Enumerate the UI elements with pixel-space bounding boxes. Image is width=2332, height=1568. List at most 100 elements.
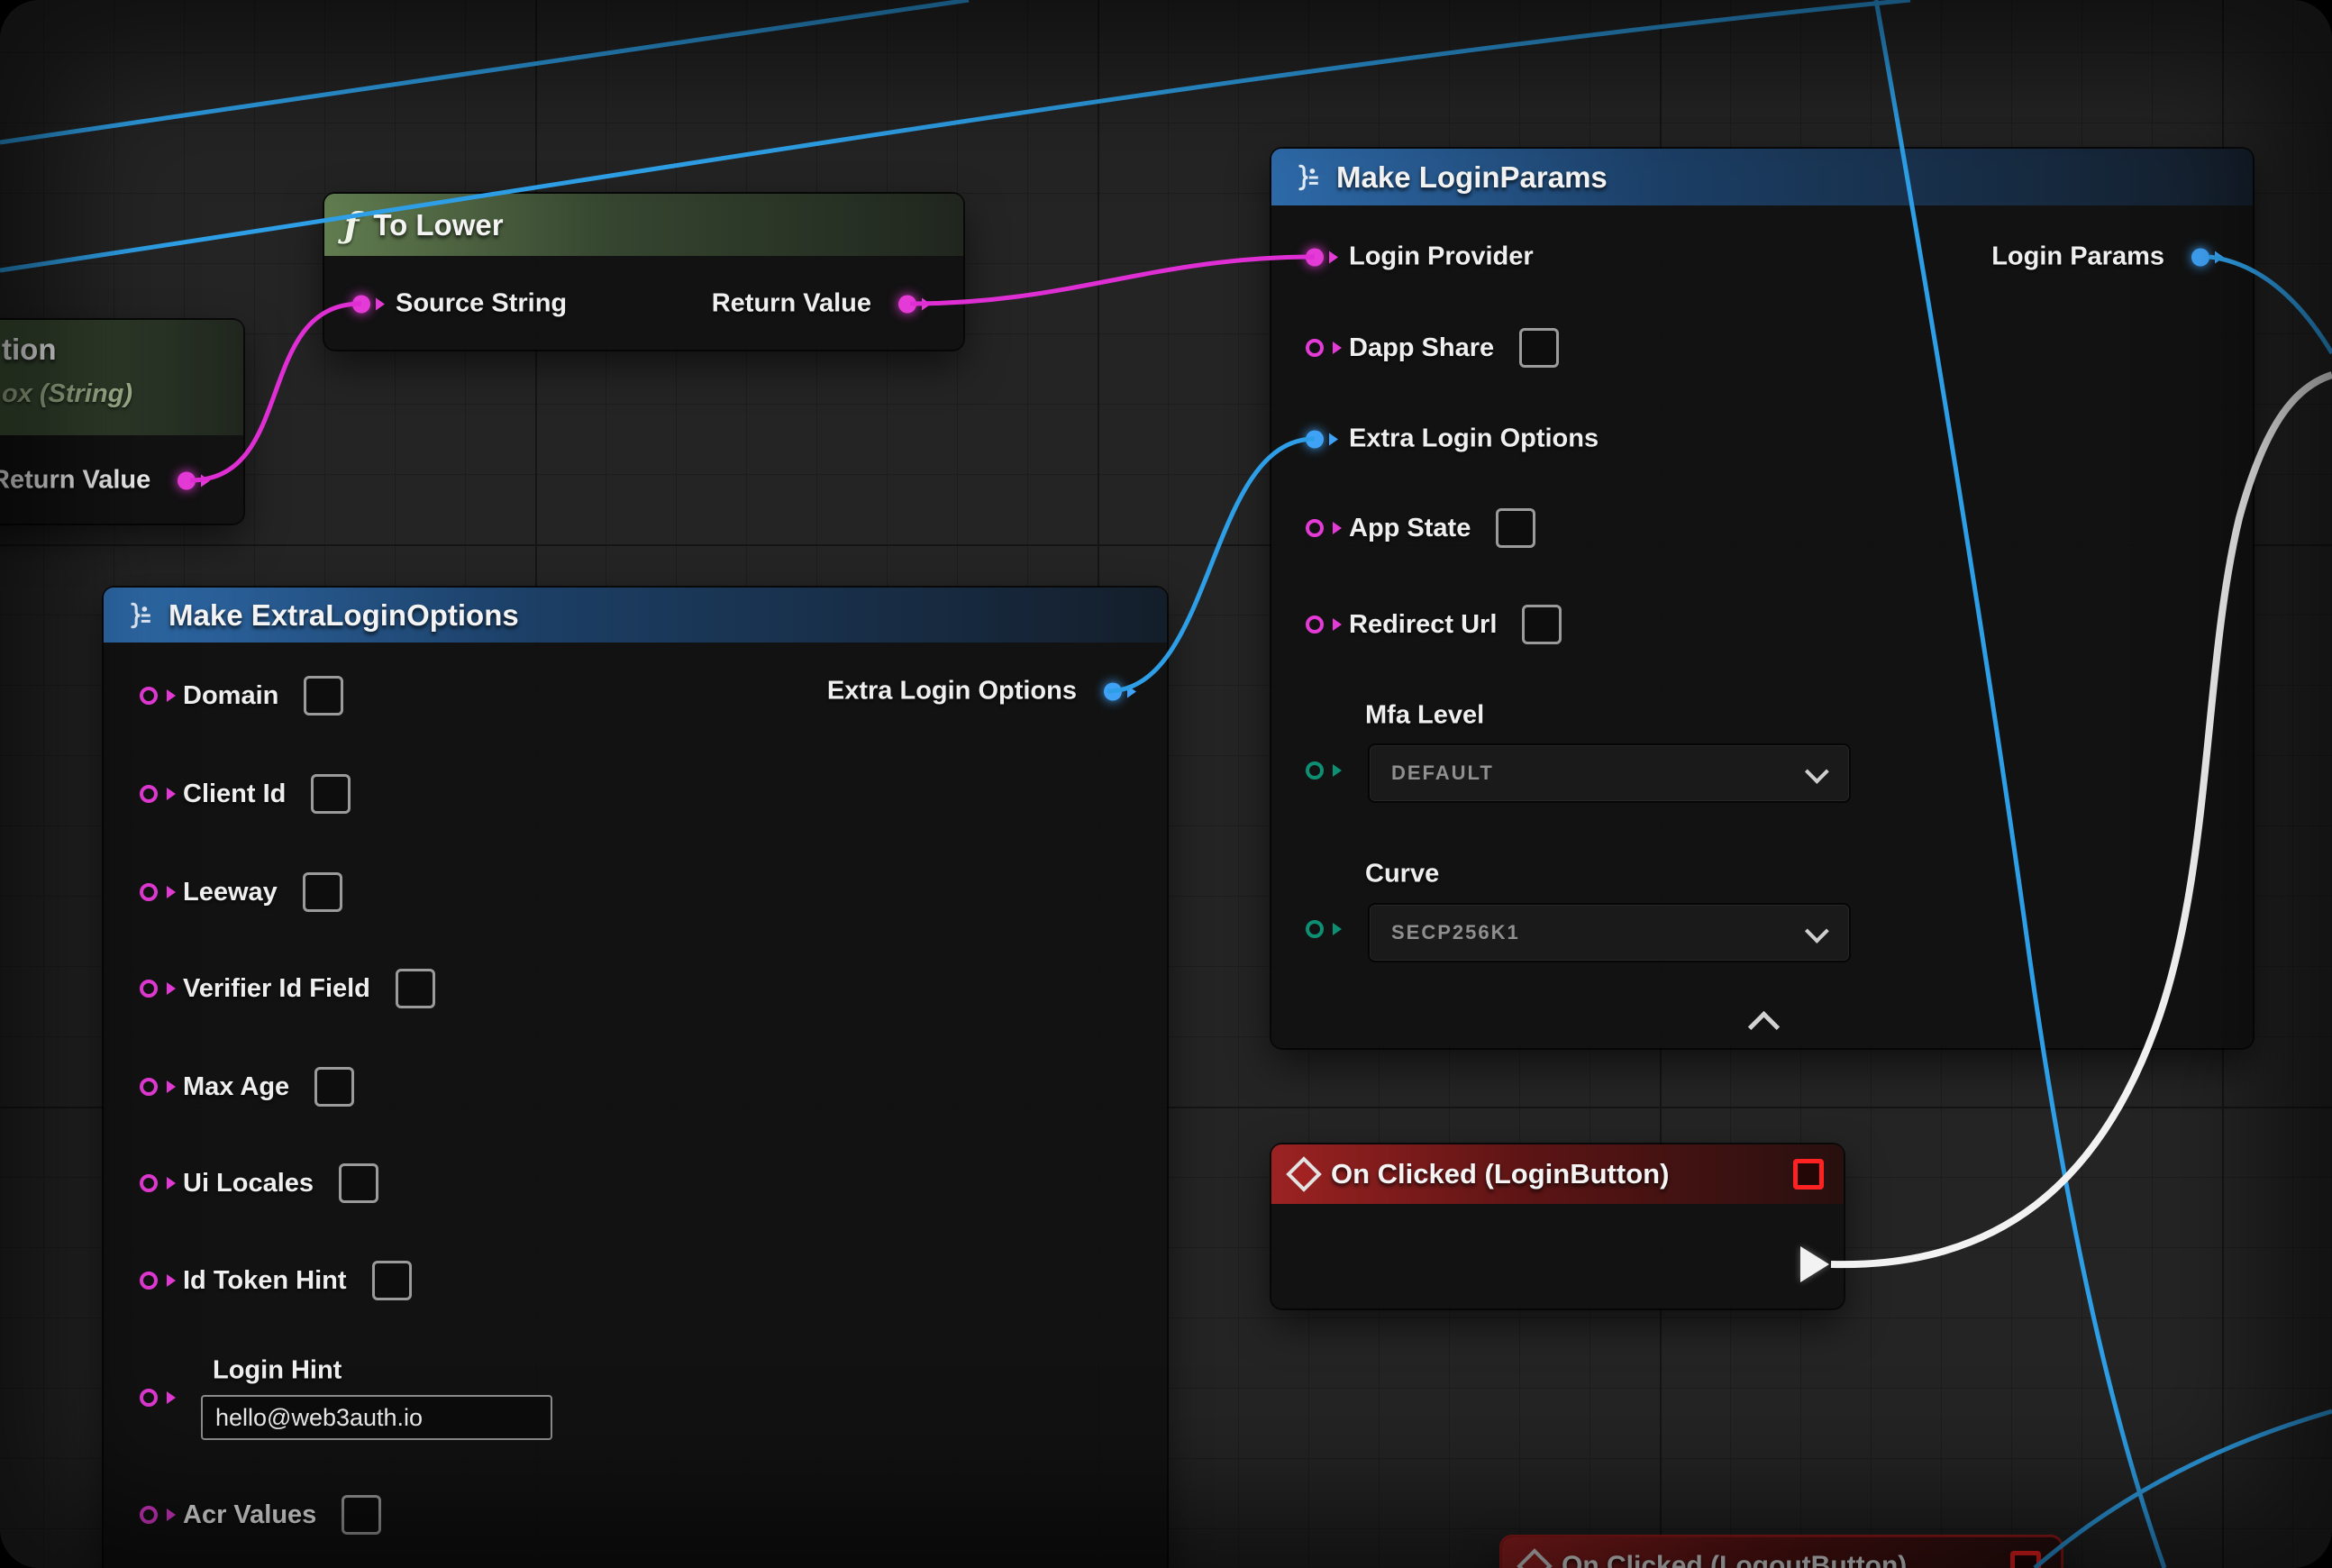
redirect-url-checkbox[interactable] (1522, 605, 1562, 644)
source-string-row: Source String (352, 289, 567, 319)
function-icon: ƒ (344, 208, 359, 242)
extra-login-options-out-pin[interactable] (1104, 682, 1122, 700)
node-to-lower[interactable]: ƒ To Lower Source String Return Value (324, 194, 963, 350)
acr-values-checkbox[interactable] (342, 1495, 381, 1535)
partial-return-value-row: Return Value (0, 466, 196, 496)
make-struct-icon (1291, 162, 1322, 193)
node-partial-function-header[interactable]: tion ox (String) (0, 320, 243, 435)
verifier-id-field-row: Verifier Id Field (140, 969, 435, 1008)
app-state-label: App State (1349, 514, 1471, 543)
ui-locales-row: Ui Locales (140, 1163, 378, 1203)
login-hint-pin[interactable] (140, 1389, 158, 1407)
node-make-extra-login-options[interactable]: Make ExtraLoginOptions Extra Login Optio… (104, 588, 1167, 1568)
login-params-out-row: Login Params (1991, 242, 2209, 272)
node-to-lower-header[interactable]: ƒ To Lower (324, 194, 963, 256)
extra-login-options-out-row: Extra Login Options (827, 677, 1122, 707)
extra-login-options-in-label: Extra Login Options (1349, 424, 1599, 454)
ui-locales-label: Ui Locales (183, 1169, 314, 1199)
node-on-clicked-logout-title: On Clicked (LogoutButton) (1562, 1551, 1907, 1568)
mfa-level-pin[interactable] (1306, 761, 1324, 779)
mfa-level-value: DEFAULT (1391, 761, 1494, 785)
node-on-clicked-logout-button[interactable]: On Clicked (LogoutButton) (1502, 1537, 2061, 1568)
to-lower-return-pin[interactable] (898, 295, 916, 313)
leeway-row: Leeway (140, 872, 342, 912)
leeway-checkbox[interactable] (303, 872, 342, 912)
wire-blue-topleft-steep[interactable] (0, 0, 969, 142)
login-provider-pin[interactable] (1306, 248, 1324, 266)
login-hint-input[interactable] (201, 1395, 552, 1440)
make-struct-icon (123, 600, 154, 631)
extra-login-options-out-label: Extra Login Options (827, 677, 1077, 707)
id-token-hint-checkbox[interactable] (372, 1261, 412, 1300)
node-on-clicked-login-title: On Clicked (LoginButton) (1331, 1158, 1669, 1190)
curve-pin[interactable] (1306, 920, 1324, 938)
id-token-hint-pin[interactable] (140, 1272, 158, 1290)
client-id-label: Client Id (183, 779, 286, 809)
redirect-url-pin[interactable] (1306, 615, 1324, 634)
domain-checkbox[interactable] (304, 676, 343, 716)
login-params-out-pin[interactable] (2191, 248, 2209, 266)
partial-return-value-pin[interactable] (178, 471, 196, 489)
ui-locales-checkbox[interactable] (339, 1163, 378, 1203)
node-make-login-params[interactable]: Make LoginParams Login Params Login Prov… (1271, 149, 2253, 1048)
delegate-pin[interactable] (2010, 1551, 2041, 1568)
redirect-url-label: Redirect Url (1349, 610, 1497, 640)
source-string-pin[interactable] (352, 295, 370, 313)
domain-row: Domain (140, 676, 343, 716)
blueprint-canvas[interactable]: tion ox (String) Return Value ƒ To Lower… (0, 0, 2332, 1568)
client-id-pin[interactable] (140, 785, 158, 803)
login-params-out-label: Login Params (1991, 242, 2164, 272)
verifier-id-field-checkbox[interactable] (396, 969, 435, 1008)
node-extra-login-options-header[interactable]: Make ExtraLoginOptions (104, 588, 1167, 643)
redirect-url-row: Redirect Url (1306, 605, 1562, 644)
partial-return-value-label: Return Value (0, 466, 150, 496)
max-age-label: Max Age (183, 1072, 289, 1102)
domain-pin[interactable] (140, 687, 158, 705)
client-id-checkbox[interactable] (311, 774, 351, 814)
delegate-pin[interactable] (1793, 1159, 1824, 1190)
dapp-share-checkbox[interactable] (1519, 328, 1559, 368)
app-state-row: App State (1306, 508, 1535, 548)
collapse-chevron-icon[interactable] (1748, 1011, 1780, 1043)
to-lower-return-label: Return Value (712, 289, 871, 319)
node-login-params-header[interactable]: Make LoginParams (1271, 149, 2253, 205)
wire-blue-bottom-right[interactable] (2035, 1411, 2332, 1568)
app-state-checkbox[interactable] (1496, 508, 1535, 548)
extra-login-options-in-pin[interactable] (1306, 430, 1324, 448)
node-partial-title: tion (2, 333, 56, 367)
dapp-share-pin[interactable] (1306, 339, 1324, 357)
source-string-label: Source String (396, 289, 567, 319)
ui-locales-pin[interactable] (140, 1174, 158, 1192)
verifier-id-field-label: Verifier Id Field (183, 974, 370, 1004)
curve-dropdown[interactable]: SECP256K1 (1368, 903, 1851, 962)
acr-values-label: Acr Values (183, 1500, 316, 1530)
extra-login-options-in-row: Extra Login Options (1306, 424, 1599, 454)
verifier-id-field-pin[interactable] (140, 980, 158, 998)
chevron-down-icon (1805, 759, 1829, 783)
login-provider-label: Login Provider (1349, 242, 1534, 272)
to-lower-return-row: Return Value (712, 289, 916, 319)
max-age-checkbox[interactable] (314, 1067, 354, 1107)
max-age-pin[interactable] (140, 1078, 158, 1096)
dapp-share-row: Dapp Share (1306, 328, 1559, 368)
wire-tolower-to-login-provider[interactable] (910, 257, 1315, 304)
exec-output-pin[interactable] (1800, 1246, 1829, 1282)
acr-values-pin[interactable] (140, 1506, 158, 1524)
blueprint-graph-screenshot: { "colors": { "wire-magenta": "#df2fd4",… (0, 0, 2332, 1568)
event-diamond-icon (1517, 1548, 1553, 1568)
max-age-row: Max Age (140, 1067, 354, 1107)
node-extra-login-options-title: Make ExtraLoginOptions (169, 598, 519, 633)
node-on-clicked-login-button[interactable]: On Clicked (LoginButton) (1271, 1144, 1844, 1308)
app-state-pin[interactable] (1306, 519, 1324, 537)
node-to-lower-title: To Lower (373, 208, 503, 242)
mfa-level-dropdown[interactable]: DEFAULT (1368, 743, 1851, 803)
node-on-clicked-logout-header[interactable]: On Clicked (LogoutButton) (1502, 1537, 2061, 1568)
node-on-clicked-login-header[interactable]: On Clicked (LoginButton) (1271, 1144, 1844, 1204)
leeway-pin[interactable] (140, 883, 158, 901)
event-diamond-icon (1286, 1156, 1322, 1192)
node-login-params-title: Make LoginParams (1336, 160, 1608, 195)
node-partial-subtitle: ox (String) (2, 379, 132, 409)
leeway-label: Leeway (183, 878, 278, 907)
node-partial-function[interactable]: tion ox (String) Return Value (0, 320, 243, 524)
login-provider-row: Login Provider (1306, 242, 1534, 272)
